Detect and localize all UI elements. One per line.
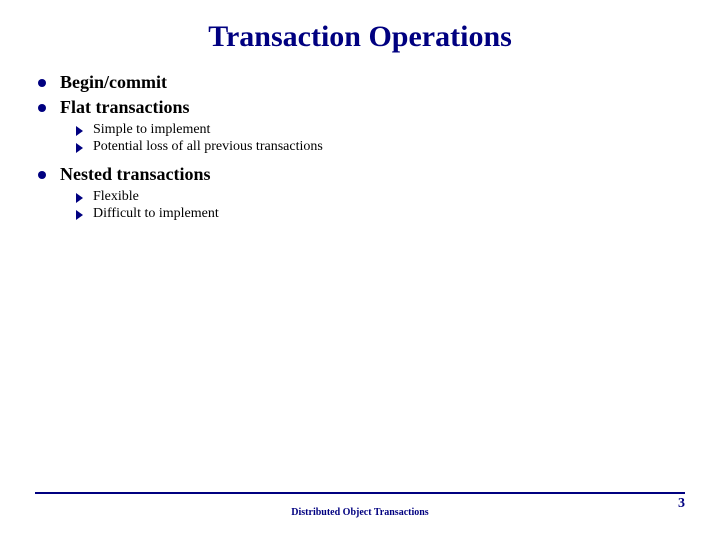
dot-icon <box>38 171 46 179</box>
bullet-level2: Simple to implement <box>76 122 690 138</box>
slide: Transaction Operations Begin/commit Flat… <box>0 0 720 540</box>
bullet-text: Nested transactions <box>60 164 211 185</box>
bullet-level2: Flexible <box>76 189 690 205</box>
footer-title: Distributed Object Transactions <box>0 507 720 518</box>
caret-right-icon <box>76 126 83 136</box>
bullet-level2: Potential loss of all previous transacti… <box>76 139 690 155</box>
slide-title: Transaction Operations <box>0 20 720 54</box>
bullet-text: Simple to implement <box>93 122 210 138</box>
bullet-level2: Difficult to implement <box>76 206 690 222</box>
footer-divider <box>35 492 685 494</box>
bullet-level1: Begin/commit <box>38 72 690 93</box>
bullet-text: Begin/commit <box>60 72 167 93</box>
bullet-text: Flat transactions <box>60 97 190 118</box>
caret-right-icon <box>76 193 83 203</box>
bullet-level1: Flat transactions <box>38 97 690 118</box>
caret-right-icon <box>76 143 83 153</box>
page-number: 3 <box>678 496 685 512</box>
caret-right-icon <box>76 210 83 220</box>
bullet-level1: Nested transactions <box>38 164 690 185</box>
dot-icon <box>38 104 46 112</box>
bullet-text: Difficult to implement <box>93 206 219 222</box>
dot-icon <box>38 79 46 87</box>
bullet-text: Potential loss of all previous transacti… <box>93 139 323 155</box>
bullet-text: Flexible <box>93 189 139 205</box>
slide-content: Begin/commit Flat transactions Simple to… <box>0 72 720 227</box>
sub-bullet-group: Flexible Difficult to implement <box>38 187 690 227</box>
sub-bullet-group: Simple to implement Potential loss of al… <box>38 120 690 160</box>
